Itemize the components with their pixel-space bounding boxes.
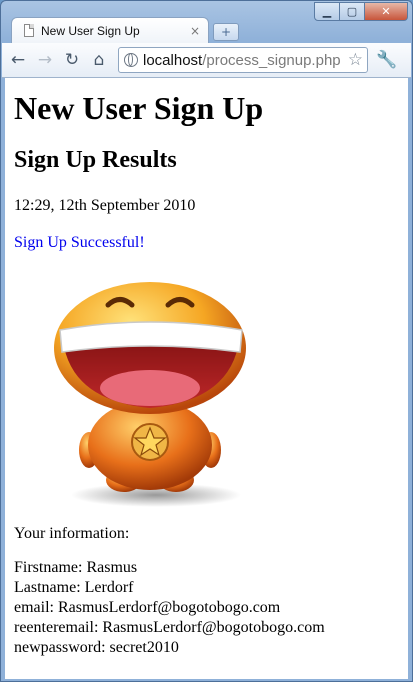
info-lastname: Lastname: Lerdorf xyxy=(14,579,134,596)
url-path: /process_signup.php xyxy=(202,51,341,69)
tab-close-icon[interactable]: × xyxy=(190,24,200,38)
status-message: Sign Up Successful! xyxy=(14,234,145,251)
browser-toolbar: ← → ↻ ⌂ localhost/process_signup.php ☆ 🔧 xyxy=(2,43,411,78)
browser-tab[interactable]: New User Sign Up × xyxy=(11,17,209,43)
page-icon xyxy=(24,24,34,37)
new-tab-button[interactable]: + xyxy=(213,23,239,41)
page-title: New User Sign Up xyxy=(14,90,264,126)
info-email: email: RasmusLerdorf@bogotobogo.com xyxy=(14,599,281,616)
page-content: New User Sign Up Sign Up Results 12:29, … xyxy=(5,78,408,679)
tab-title: New User Sign Up xyxy=(41,23,140,38)
address-bar[interactable]: localhost/process_signup.php ☆ xyxy=(118,47,368,73)
minimize-button[interactable]: ▁ xyxy=(314,2,340,21)
laughing-mascot-image xyxy=(54,282,246,507)
forward-icon[interactable]: → xyxy=(34,49,56,71)
results-heading: Sign Up Results xyxy=(14,147,177,173)
reload-icon[interactable]: ↻ xyxy=(61,49,83,71)
close-window-button[interactable]: ✕ xyxy=(365,2,408,21)
user-info-list: Firstname: Rasmus Lastname: Lerdorf emai… xyxy=(14,558,408,658)
maximize-button[interactable]: ▢ xyxy=(340,2,365,21)
window-controls: ▁ ▢ ✕ xyxy=(314,2,408,21)
back-icon[interactable]: ← xyxy=(7,49,29,71)
info-firstname: Firstname: Rasmus xyxy=(14,559,138,576)
bookmark-star-icon[interactable]: ☆ xyxy=(348,50,363,70)
home-icon[interactable]: ⌂ xyxy=(88,49,110,71)
info-heading: Your information: xyxy=(14,525,130,542)
url-text[interactable]: localhost/process_signup.php xyxy=(143,52,341,69)
info-reenteremail: reenteremail: RasmusLerdorf@bogotobogo.c… xyxy=(14,619,325,636)
browser-window: ▁ ▢ ✕ New User Sign Up × + ← → ↻ ⌂ local… xyxy=(0,0,413,682)
timestamp: 12:29, 12th September 2010 xyxy=(14,197,196,214)
globe-icon xyxy=(124,53,138,67)
wrench-menu-icon[interactable]: 🔧 xyxy=(376,50,397,70)
url-host: localhost xyxy=(143,51,203,69)
info-newpassword: newpassword: secret2010 xyxy=(14,639,179,656)
